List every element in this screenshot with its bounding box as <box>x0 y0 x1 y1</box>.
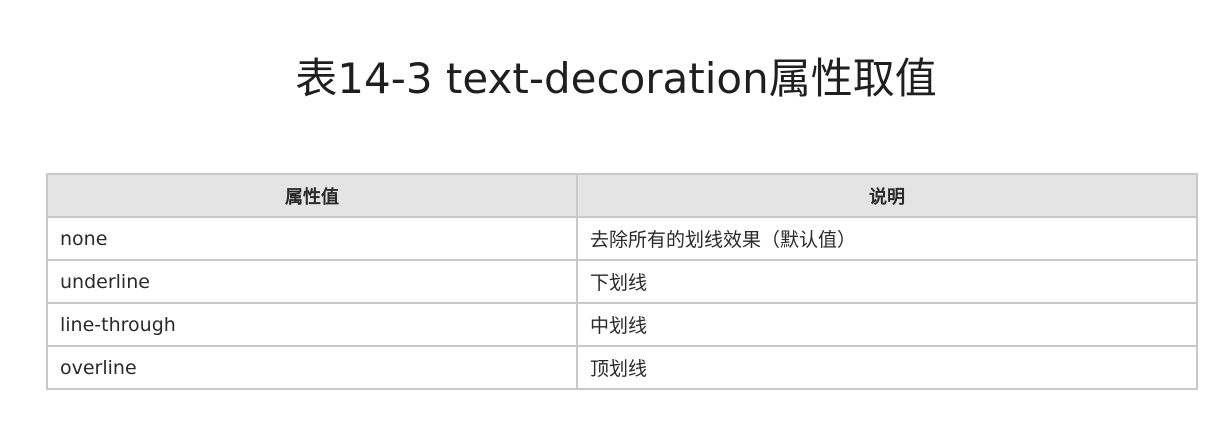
description-cell: 顶划线 <box>576 345 1198 390</box>
property-value-cell: underline <box>46 259 578 304</box>
table-row: underline 下划线 <box>46 259 1198 304</box>
property-value-cell: none <box>46 216 578 261</box>
property-value-cell: overline <box>46 345 578 390</box>
table-row: line-through 中划线 <box>46 302 1198 347</box>
column-header-value: 属性值 <box>46 173 578 218</box>
description-cell: 去除所有的划线效果（默认值） <box>576 216 1198 261</box>
description-cell: 中划线 <box>576 302 1198 347</box>
column-header-description: 说明 <box>576 173 1198 218</box>
table-caption: 表14-3 text-decoration属性取值 <box>295 54 937 103</box>
description-cell: 下划线 <box>576 259 1198 304</box>
table-row: none 去除所有的划线效果（默认值） <box>46 216 1198 261</box>
table-header-row: 属性值 说明 <box>46 173 1198 218</box>
property-values-table: 属性值 说明 none 去除所有的划线效果（默认值） underline 下划线… <box>46 173 1198 390</box>
table-row: overline 顶划线 <box>46 345 1198 390</box>
property-value-cell: line-through <box>46 302 578 347</box>
